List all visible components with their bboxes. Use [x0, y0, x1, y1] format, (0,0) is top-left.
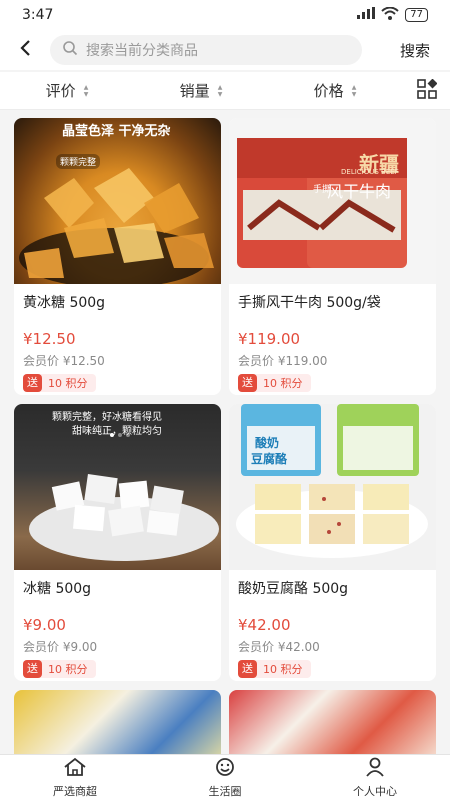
product-image-caption: DELICIOUS BEEF	[341, 168, 399, 176]
home-icon	[63, 757, 87, 781]
sort-arrows-icon: ▲ ▼	[351, 83, 357, 98]
person-icon	[364, 757, 386, 781]
product-price: ¥42.00	[238, 616, 291, 634]
search-button[interactable]: 搜索	[380, 40, 450, 61]
product-image-caption: 手撕	[313, 185, 332, 195]
points-badge: 送	[23, 660, 42, 678]
search-icon	[62, 40, 78, 60]
product-price: ¥9.00	[23, 616, 66, 634]
member-price: 会员价 ¥12.50	[23, 354, 105, 368]
points-text: 10 积分	[48, 663, 88, 676]
member-price: 会员价 ¥42.00	[238, 640, 320, 654]
back-button[interactable]	[0, 30, 50, 70]
battery-icon: 77	[405, 8, 428, 22]
tab-label: 个人中心	[353, 784, 397, 798]
grid-view-icon	[417, 78, 438, 103]
product-image-caption: 酸奶	[255, 436, 280, 450]
status-icons: 77	[357, 6, 428, 24]
points-tag: 送 10 积分	[238, 660, 311, 678]
points-badge: 送	[238, 374, 257, 392]
product-image-rock-sugar: 晶莹色泽 干净无杂 颗颗完整	[14, 118, 221, 284]
tab-profile[interactable]: 个人中心	[300, 755, 450, 800]
product-card[interactable]: 晶莹色泽 干净无杂 颗颗完整 黄冰糖 500g ¥12.50 会员价 ¥12.5…	[14, 118, 221, 395]
filter-price[interactable]: 价格 ▲ ▼	[268, 80, 402, 101]
product-name: 酸奶豆腐酪 500g	[238, 581, 349, 597]
tab-label: 严选商超	[53, 784, 97, 798]
product-card[interactable]: 新疆 风干牛肉 DELICIOUS BEEF 手撕 手撕风干牛肉 500g/袋 …	[229, 118, 436, 395]
search-input[interactable]: 搜索当前分类商品	[50, 35, 362, 65]
search-placeholder: 搜索当前分类商品	[86, 43, 198, 59]
product-image-white-sugar: 颗颗完整，好冰糖看得见 甜味纯正，颗粒均匀	[14, 404, 221, 570]
member-price: 会员价 ¥9.00	[23, 640, 98, 654]
product-name: 冰糖 500g	[23, 581, 92, 597]
filter-label: 价格	[313, 82, 344, 100]
filter-label: 销量	[179, 82, 210, 100]
points-tag: 送 10 积分	[23, 374, 96, 392]
product-image-caption: 颗颗完整，好冰糖看得见	[52, 412, 162, 423]
points-text: 10 积分	[263, 377, 303, 390]
status-bar: 3:47 77	[0, 0, 450, 30]
product-image-caption: 颗颗完整	[56, 154, 101, 169]
wifi-icon	[381, 6, 399, 24]
sort-arrows-icon: ▲ ▼	[83, 83, 89, 98]
product-card[interactable]	[229, 690, 436, 754]
product-card[interactable]	[14, 690, 221, 754]
layout-toggle-button[interactable]	[404, 72, 450, 110]
product-image-caption: 风干牛肉	[327, 182, 392, 201]
top-bar: 搜索当前分类商品 搜索	[0, 30, 450, 70]
product-image-caption: 豆腐酪	[251, 452, 288, 466]
tab-label: 生活圈	[208, 784, 242, 798]
product-name: 黄冰糖 500g	[23, 295, 106, 311]
product-name: 手撕风干牛肉 500g/袋	[238, 295, 381, 311]
points-text: 10 积分	[263, 663, 303, 676]
bottom-tab-bar: 严选商超 生活圈 个人中心	[0, 754, 450, 800]
product-grid: 晶莹色泽 干净无杂 颗颗完整 黄冰糖 500g ¥12.50 会员价 ¥12.5…	[0, 110, 450, 754]
product-image-milk-candy	[229, 690, 436, 754]
status-time: 3:47	[22, 7, 54, 23]
signal-icon	[357, 7, 376, 23]
points-text: 10 积分	[48, 377, 88, 390]
tab-life-circle[interactable]: 生活圈	[150, 755, 300, 800]
filter-rating[interactable]: 评价 ▲ ▼	[0, 80, 134, 101]
chevron-left-icon	[18, 38, 32, 63]
product-image-yogurt-curd: 酸奶 豆腐酪	[229, 404, 436, 570]
sort-arrows-icon: ▲ ▼	[217, 83, 223, 98]
product-card[interactable]: 颗颗完整，好冰糖看得见 甜味纯正，颗粒均匀 冰糖 500g ¥9.00 会员价 …	[14, 404, 221, 681]
product-card[interactable]: 酸奶 豆腐酪 酸奶豆腐酪 500g ¥42.00 会员价 ¥42.00 送 10…	[229, 404, 436, 681]
product-price: ¥12.50	[23, 330, 76, 348]
points-badge: 送	[238, 660, 257, 678]
product-image-candy	[14, 690, 221, 754]
filter-bar: 评价 ▲ ▼ 销量 ▲ ▼ 价格 ▲ ▼	[0, 72, 450, 110]
filter-sales[interactable]: 销量 ▲ ▼	[134, 80, 268, 101]
points-badge: 送	[23, 374, 42, 392]
member-price: 会员价 ¥119.00	[238, 354, 328, 368]
points-tag: 送 10 积分	[238, 374, 311, 392]
filter-label: 评价	[45, 82, 76, 100]
tab-mall[interactable]: 严选商超	[0, 755, 150, 800]
product-image-beef-jerky: 新疆 风干牛肉 DELICIOUS BEEF 手撕	[229, 118, 436, 284]
product-image-caption: 晶莹色泽 干净无杂	[62, 124, 171, 139]
points-tag: 送 10 积分	[23, 660, 96, 678]
product-price: ¥119.00	[238, 330, 301, 348]
smile-icon	[214, 757, 236, 781]
product-image-caption: 甜味纯正，颗粒均匀	[72, 426, 162, 437]
